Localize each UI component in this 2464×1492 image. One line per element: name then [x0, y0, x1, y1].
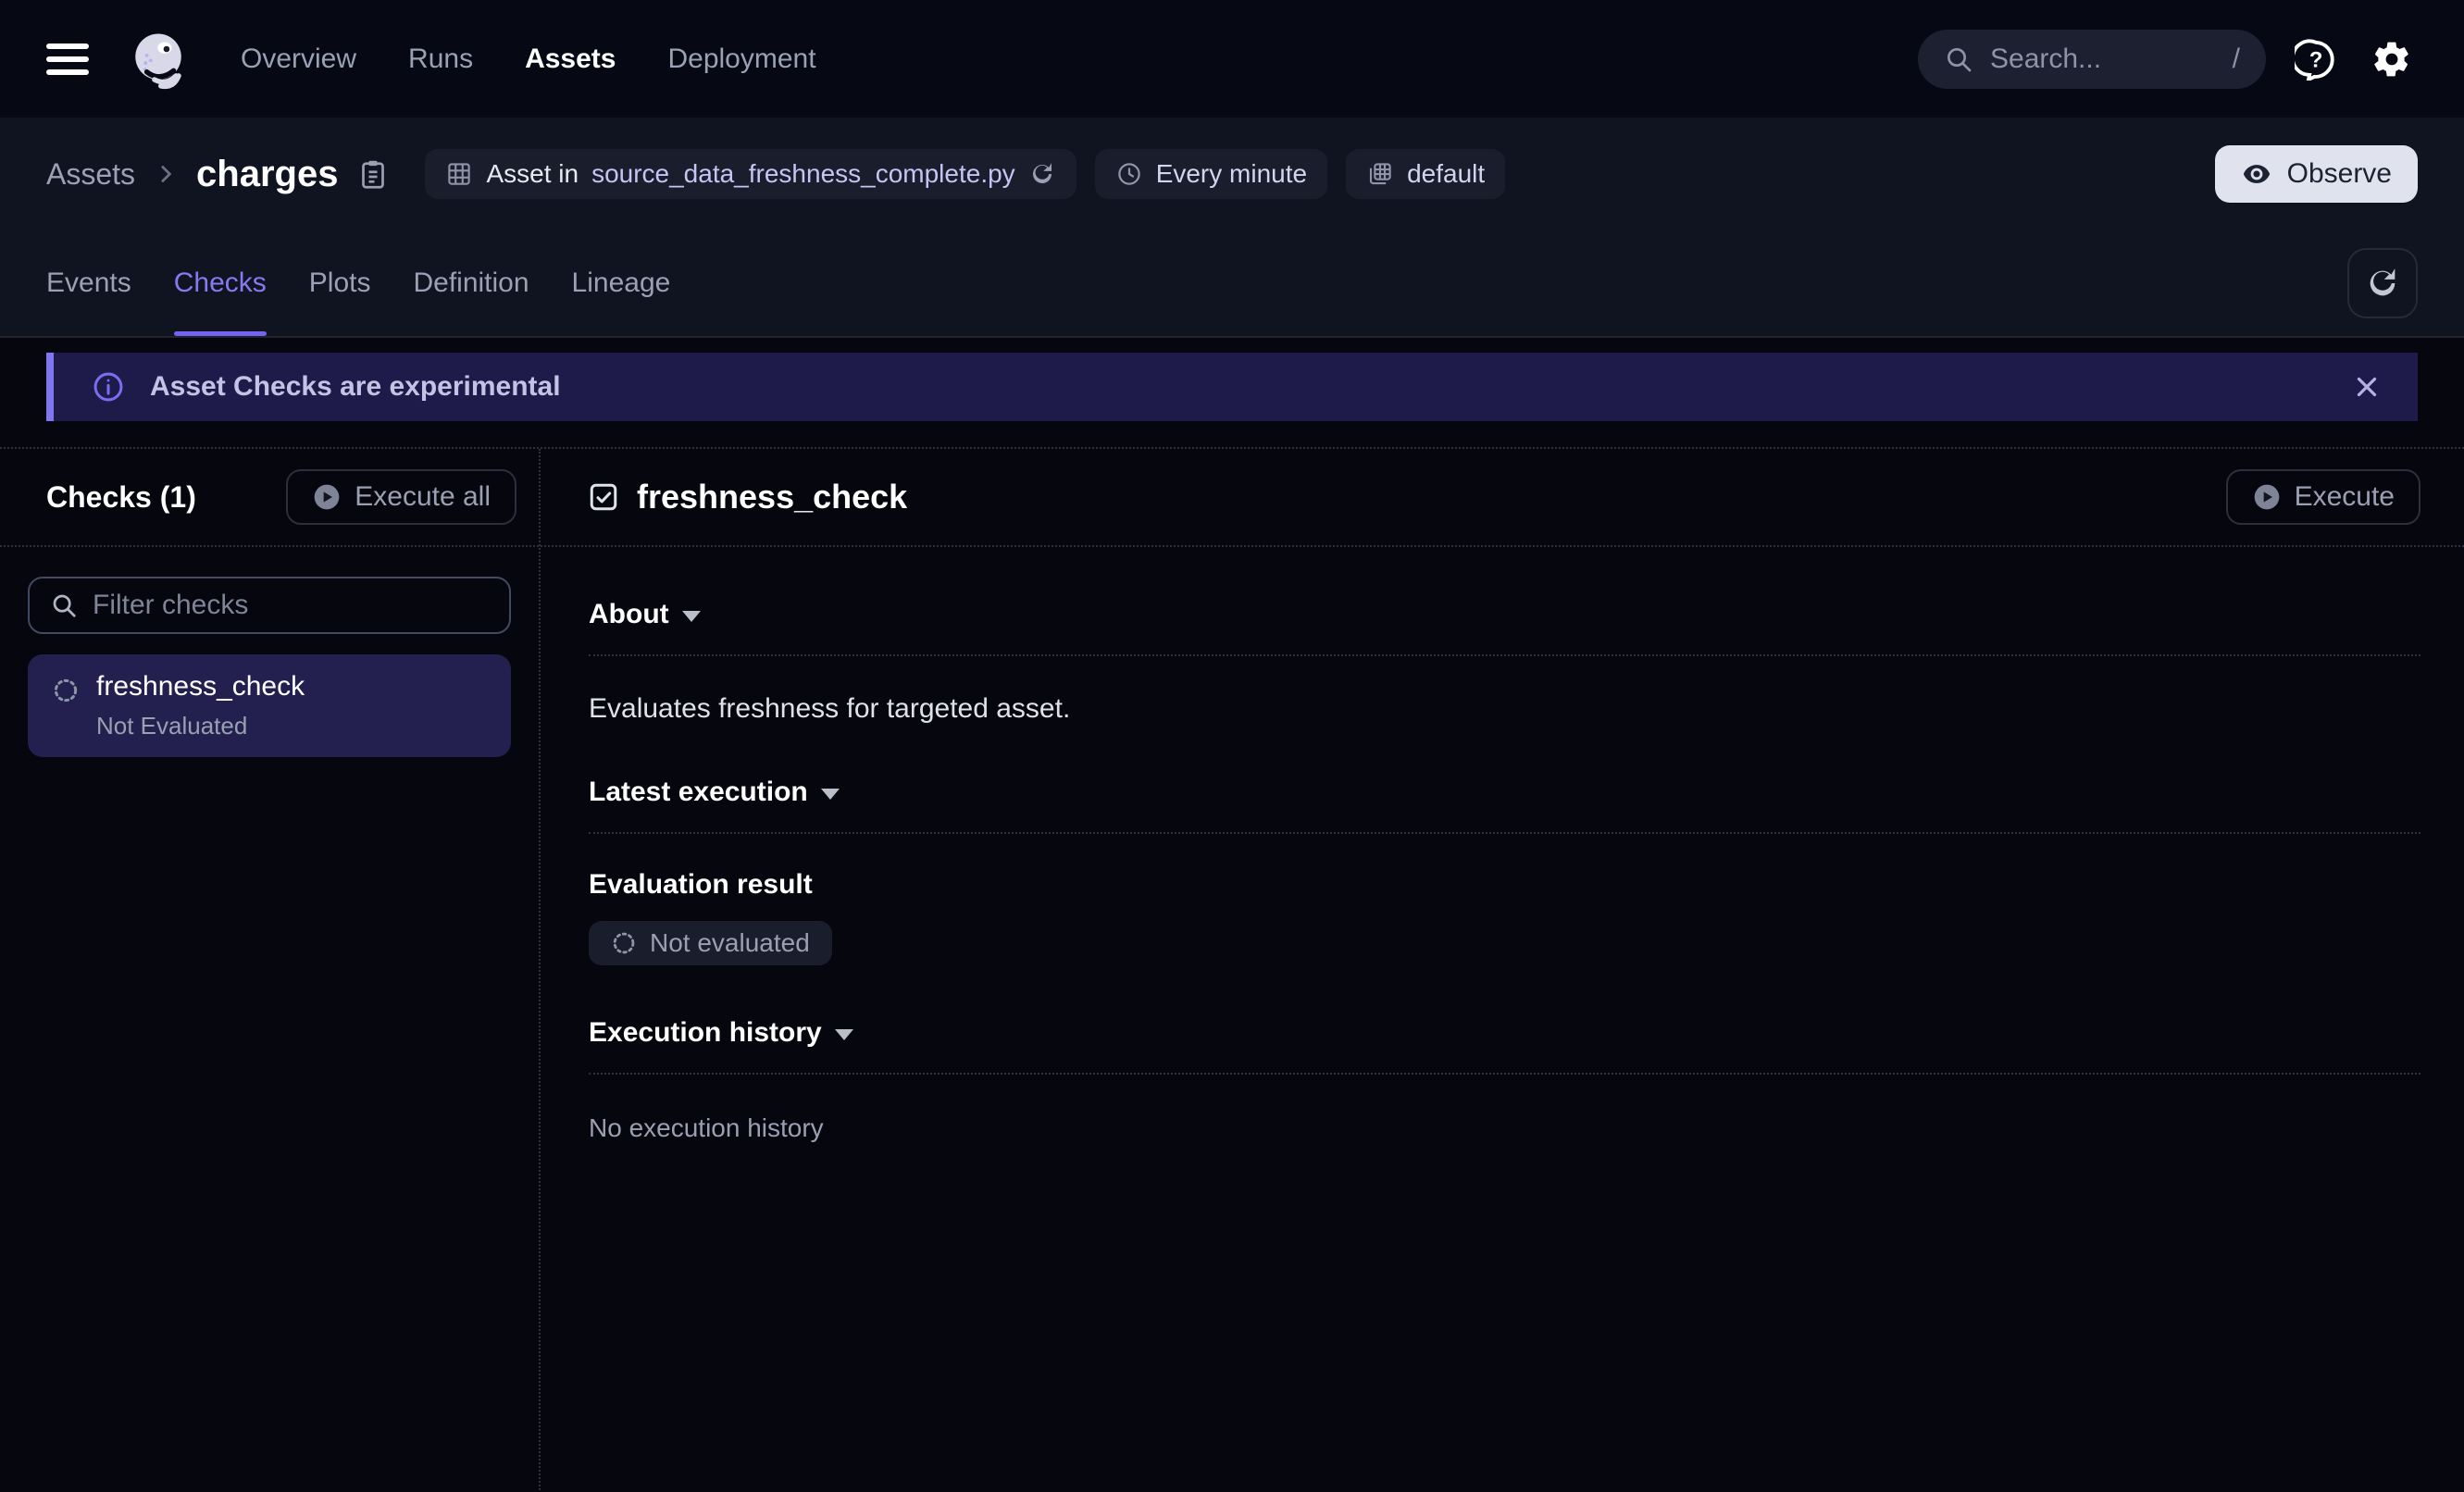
- copy-icon[interactable]: [356, 157, 390, 191]
- chevron-down-icon: [821, 789, 840, 800]
- not-evaluated-icon: [611, 930, 637, 956]
- help-icon[interactable]: ?: [2290, 33, 2342, 85]
- checks-count-title: Checks (1): [46, 480, 196, 515]
- menu-icon[interactable]: [46, 44, 89, 75]
- banner-message: Asset Checks are experimental: [150, 371, 561, 403]
- observe-button-label: Observe: [2287, 158, 2392, 190]
- tab-definition[interactable]: Definition: [413, 230, 529, 336]
- global-search[interactable]: /: [1918, 30, 2266, 89]
- execution-history-empty: No execution history: [589, 1113, 2420, 1143]
- code-location-badge: default: [1346, 149, 1505, 199]
- gear-icon[interactable]: [2366, 33, 2418, 85]
- latest-execution-label: Latest execution: [589, 777, 808, 808]
- eye-icon: [2241, 158, 2272, 190]
- about-heading-label: About: [589, 599, 669, 630]
- search-input[interactable]: [1990, 44, 2216, 75]
- filter-checks-field[interactable]: [28, 577, 511, 634]
- not-evaluated-icon: [52, 677, 80, 740]
- execution-history-heading[interactable]: Execution history: [589, 1017, 2420, 1049]
- about-section-heading[interactable]: About: [589, 599, 2420, 630]
- checks-sidebar: Checks (1) Execute all freshness_check N…: [0, 449, 541, 1490]
- execute-label: Execute: [2295, 481, 2395, 513]
- play-circle-icon: [312, 482, 342, 512]
- check-list-item[interactable]: freshness_check Not Evaluated: [28, 654, 511, 757]
- search-icon: [50, 591, 78, 619]
- check-description: Evaluates freshness for targeted asset.: [589, 693, 2420, 725]
- check-item-name: freshness_check: [96, 671, 305, 702]
- execute-all-button[interactable]: Execute all: [286, 469, 516, 525]
- observe-button[interactable]: Observe: [2215, 145, 2418, 203]
- breadcrumb: Assets charges Asset in source_data_fres…: [0, 118, 2464, 230]
- info-icon: [91, 369, 126, 404]
- experimental-banner: Asset Checks are experimental: [46, 353, 2418, 421]
- asset-definition-badge: Asset in source_data_freshness_complete.…: [425, 149, 1076, 199]
- primary-nav: Overview Runs Assets Deployment: [241, 44, 816, 75]
- tab-lineage[interactable]: Lineage: [572, 230, 671, 336]
- check-detail-panel: freshness_check Execute About Evaluates …: [541, 449, 2464, 1490]
- dagster-logo-icon[interactable]: [128, 29, 189, 90]
- latest-execution-heading[interactable]: Latest execution: [589, 777, 2420, 808]
- tab-plots[interactable]: Plots: [309, 230, 371, 336]
- tab-checks[interactable]: Checks: [174, 230, 267, 336]
- refresh-button[interactable]: [2347, 248, 2418, 318]
- divider: [589, 654, 2420, 656]
- evaluation-result-label: Evaluation result: [589, 869, 2420, 901]
- divider: [589, 1073, 2420, 1075]
- asset-in-label: Asset in: [486, 159, 579, 189]
- top-nav: Overview Runs Assets Deployment / ?: [0, 0, 2464, 118]
- banner-container: Asset Checks are experimental: [0, 338, 2464, 421]
- checkbox-icon: [587, 480, 620, 514]
- execution-history-label: Execution history: [589, 1017, 822, 1049]
- chevron-right-icon: [152, 160, 180, 188]
- close-icon[interactable]: [2344, 364, 2390, 410]
- sidebar-header: Checks (1) Execute all: [0, 449, 539, 547]
- clock-icon: [1115, 160, 1143, 188]
- check-item-status: Not Evaluated: [96, 712, 305, 740]
- asset-header: Assets charges Asset in source_data_fres…: [0, 118, 2464, 338]
- asset-file-link[interactable]: source_data_freshness_complete.py: [591, 159, 1015, 189]
- asset-badges: Asset in source_data_freshness_complete.…: [425, 149, 1505, 199]
- check-detail-header: freshness_check Execute: [541, 449, 2464, 547]
- chevron-down-icon: [835, 1029, 853, 1040]
- play-circle-icon: [2252, 482, 2282, 512]
- tab-events[interactable]: Events: [46, 230, 131, 336]
- execute-all-label: Execute all: [355, 481, 491, 513]
- search-shortcut-hint: /: [2233, 44, 2240, 75]
- checks-panels: Checks (1) Execute all freshness_check N…: [0, 447, 2464, 1490]
- chevron-down-icon: [682, 611, 701, 622]
- asset-grid-icon: [445, 160, 473, 188]
- nav-item-assets[interactable]: Assets: [525, 44, 616, 75]
- check-title: freshness_check: [637, 478, 907, 516]
- code-location-label: default: [1407, 159, 1485, 189]
- status-badge: Not evaluated: [589, 921, 832, 965]
- asset-tabs: Events Checks Plots Definition Lineage: [0, 230, 2464, 336]
- svg-text:?: ?: [2309, 47, 2323, 72]
- status-badge-label: Not evaluated: [650, 928, 810, 958]
- reload-icon[interactable]: [1028, 160, 1056, 188]
- execute-button[interactable]: Execute: [2226, 469, 2420, 525]
- nav-item-runs[interactable]: Runs: [408, 44, 473, 75]
- breadcrumb-assets-link[interactable]: Assets: [46, 157, 135, 192]
- check-detail-content: About Evaluates freshness for targeted a…: [541, 547, 2464, 1143]
- page-title: charges: [196, 154, 338, 195]
- refresh-icon: [2364, 265, 2401, 302]
- freshness-policy-badge: Every minute: [1095, 149, 1327, 199]
- nav-item-deployment[interactable]: Deployment: [667, 44, 815, 75]
- divider: [589, 832, 2420, 834]
- filter-checks-input[interactable]: [93, 590, 489, 621]
- code-location-icon: [1366, 160, 1394, 188]
- nav-item-overview[interactable]: Overview: [241, 44, 356, 75]
- check-title-group: freshness_check: [587, 478, 907, 516]
- freshness-policy-label: Every minute: [1156, 159, 1307, 189]
- search-icon: [1944, 44, 1973, 74]
